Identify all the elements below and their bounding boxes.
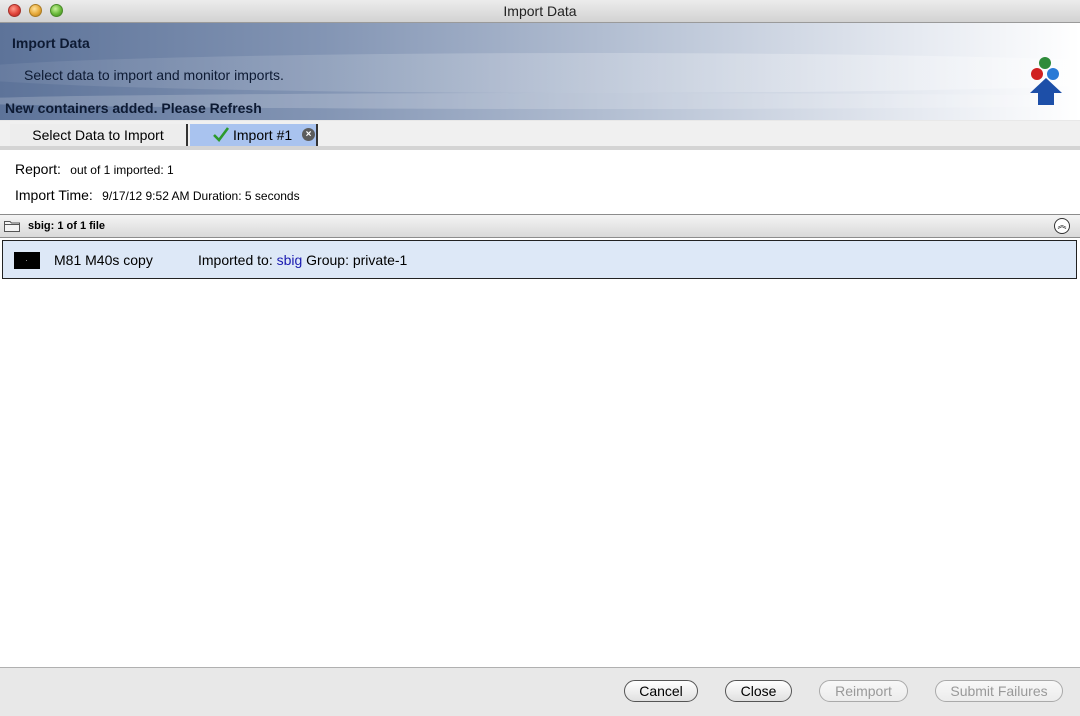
import-results-panel: Report: out of 1 imported: 1 Import Time… <box>0 150 1080 668</box>
tab-select-data[interactable]: Select Data to Import <box>10 124 188 146</box>
banner-title: Import Data <box>12 35 90 51</box>
refresh-notice: New containers added. Please Refresh <box>5 100 262 116</box>
checkmark-icon <box>213 127 230 142</box>
window-title: Import Data <box>503 3 577 19</box>
group-text: Group: private-1 <box>306 252 408 268</box>
submit-failures-button[interactable]: Submit Failures <box>935 680 1063 702</box>
window-titlebar: Import Data <box>0 0 1080 23</box>
file-name: M81 M40s copy <box>54 252 153 268</box>
import-time-line: Import Time: 9/17/12 9:52 AM Duration: 5… <box>15 187 300 203</box>
image-thumbnail <box>14 252 40 269</box>
tab-label: Select Data to Import <box>32 127 164 143</box>
tab-label: Import #1 <box>233 127 293 143</box>
banner-subtitle: Select data to import and monitor import… <box>24 67 284 83</box>
import-time-label: Import Time: <box>15 187 93 203</box>
imported-target-link[interactable]: sbig <box>277 252 303 268</box>
reimport-button[interactable]: Reimport <box>819 680 908 702</box>
report-value: out of 1 imported: 1 <box>70 163 174 177</box>
imported-prefix: Imported to: <box>198 252 273 268</box>
imported-info: Imported to: sbig Group: private-1 <box>198 252 407 268</box>
header-banner: Import Data Select data to import and mo… <box>0 23 1080 120</box>
report-line: Report: out of 1 imported: 1 <box>15 161 174 177</box>
close-button[interactable]: Close <box>725 680 792 702</box>
tab-import-1[interactable]: Import #1 × <box>190 124 318 146</box>
import-time-value: 9/17/12 9:52 AM Duration: 5 seconds <box>102 189 300 203</box>
group-header[interactable]: sbig: 1 of 1 file ︽ <box>0 214 1080 238</box>
report-label: Report: <box>15 161 61 177</box>
button-bar: Cancel Close Reimport Submit Failures <box>0 668 1080 716</box>
close-tab-icon[interactable]: × <box>302 128 315 141</box>
group-title: sbig: 1 of 1 file <box>28 220 106 232</box>
file-row[interactable]: M81 M40s copy Imported to: sbig Group: p… <box>2 240 1077 279</box>
cancel-button[interactable]: Cancel <box>624 680 698 702</box>
tab-bar: Select Data to Import Import #1 × <box>0 121 1080 148</box>
import-logo-icon <box>1030 57 1062 105</box>
collapse-icon[interactable]: ︽ <box>1054 218 1070 234</box>
folder-icon <box>4 221 20 232</box>
